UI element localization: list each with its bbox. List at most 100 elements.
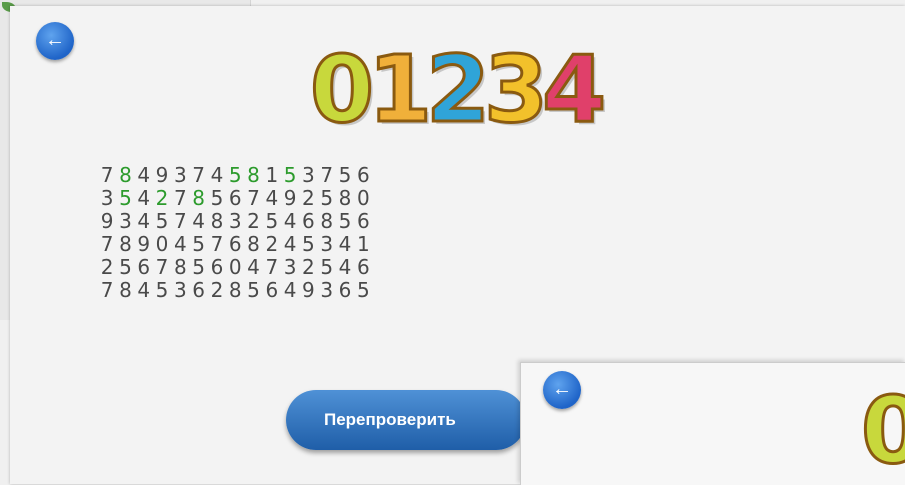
grid-digit[interactable]: 0: [153, 233, 171, 256]
grid-digit[interactable]: 3: [226, 210, 244, 233]
recheck-button[interactable]: Перепроверить: [286, 390, 526, 450]
grid-digit[interactable]: 4: [244, 256, 262, 279]
grid-digit[interactable]: 3: [318, 233, 336, 256]
grid-digit[interactable]: 5: [189, 256, 207, 279]
grid-digit[interactable]: 2: [299, 256, 317, 279]
back-button[interactable]: ←: [36, 22, 74, 60]
grid-digit[interactable]: 4: [135, 279, 153, 302]
grid-digit[interactable]: 9: [135, 233, 153, 256]
grid-digit[interactable]: 6: [226, 187, 244, 210]
grid-digit[interactable]: 8: [318, 210, 336, 233]
grid-digit[interactable]: 4: [281, 279, 299, 302]
grid-digit[interactable]: 6: [189, 279, 207, 302]
grid-digit[interactable]: 4: [135, 164, 153, 187]
grid-digit[interactable]: 5: [318, 256, 336, 279]
grid-digit[interactable]: 6: [263, 279, 281, 302]
grid-digit[interactable]: 2: [98, 256, 116, 279]
grid-digit-highlighted[interactable]: 2: [153, 187, 171, 210]
arrow-left-icon: ←: [552, 378, 572, 400]
grid-digit[interactable]: 9: [299, 279, 317, 302]
grid-digit-highlighted[interactable]: 5: [116, 187, 134, 210]
grid-digit[interactable]: 6: [354, 164, 372, 187]
grid-digit[interactable]: 4: [189, 210, 207, 233]
arrow-left-icon: ←: [45, 29, 65, 51]
grid-digit[interactable]: 5: [354, 279, 372, 302]
grid-digit-highlighted[interactable]: 5: [226, 164, 244, 187]
grid-digit[interactable]: 6: [208, 256, 226, 279]
grid-digit[interactable]: 4: [263, 187, 281, 210]
back-button-secondary[interactable]: ←: [543, 371, 581, 409]
grid-digit[interactable]: 7: [318, 164, 336, 187]
grid-digit[interactable]: 4: [336, 256, 354, 279]
grid-digit[interactable]: 8: [226, 279, 244, 302]
grid-digit[interactable]: 7: [189, 164, 207, 187]
grid-digit[interactable]: 5: [336, 164, 354, 187]
grid-digit[interactable]: 7: [208, 233, 226, 256]
grid-digit[interactable]: 2: [244, 210, 262, 233]
grid-digit[interactable]: 5: [244, 279, 262, 302]
grid-digit[interactable]: 4: [135, 187, 153, 210]
grid-digit[interactable]: 0: [354, 187, 372, 210]
grid-digit[interactable]: 3: [318, 279, 336, 302]
grid-digit[interactable]: 7: [98, 164, 116, 187]
grid-digit[interactable]: 8: [116, 279, 134, 302]
grid-digit[interactable]: 7: [244, 187, 262, 210]
grid-digit[interactable]: 7: [98, 233, 116, 256]
grid-digit[interactable]: 4: [171, 233, 189, 256]
grid-digit[interactable]: 4: [135, 210, 153, 233]
grid-digit[interactable]: 8: [244, 233, 262, 256]
grid-digit[interactable]: 1: [354, 233, 372, 256]
grid-digit[interactable]: 5: [299, 233, 317, 256]
grid-digit-highlighted[interactable]: 8: [116, 164, 134, 187]
grid-digit[interactable]: 3: [171, 279, 189, 302]
grid-digit[interactable]: 3: [116, 210, 134, 233]
grid-digit[interactable]: 5: [263, 210, 281, 233]
grid-digit-highlighted[interactable]: 8: [189, 187, 207, 210]
digits-logo: 01234: [308, 26, 607, 143]
grid-digit[interactable]: 6: [354, 210, 372, 233]
grid-digit[interactable]: 4: [208, 164, 226, 187]
grid-digit[interactable]: 9: [98, 210, 116, 233]
grid-digit[interactable]: 5: [189, 233, 207, 256]
grid-digit-highlighted[interactable]: 5: [281, 164, 299, 187]
grid-digit[interactable]: 3: [98, 187, 116, 210]
grid-digit[interactable]: 5: [153, 210, 171, 233]
grid-digit[interactable]: 7: [153, 256, 171, 279]
grid-digit[interactable]: 5: [318, 187, 336, 210]
grid-digit[interactable]: 2: [208, 279, 226, 302]
grid-digit[interactable]: 5: [153, 279, 171, 302]
grid-digit[interactable]: 6: [299, 210, 317, 233]
grid-digit[interactable]: 5: [116, 256, 134, 279]
grid-digit[interactable]: 8: [336, 187, 354, 210]
grid-digit[interactable]: 6: [354, 256, 372, 279]
grid-digit[interactable]: 0: [226, 256, 244, 279]
grid-row: 934574832546856: [98, 210, 372, 233]
grid-row: 354278567492580: [98, 187, 372, 210]
grid-digit[interactable]: 1: [263, 164, 281, 187]
grid-digit-highlighted[interactable]: 8: [244, 164, 262, 187]
grid-digit[interactable]: 2: [263, 233, 281, 256]
grid-digit[interactable]: 8: [116, 233, 134, 256]
grid-digit[interactable]: 6: [135, 256, 153, 279]
grid-digit[interactable]: 7: [171, 210, 189, 233]
grid-digit[interactable]: 3: [281, 256, 299, 279]
grid-digit[interactable]: 9: [281, 187, 299, 210]
grid-row: 784937458153756: [98, 164, 372, 187]
grid-digit[interactable]: 4: [281, 210, 299, 233]
grid-digit[interactable]: 2: [299, 187, 317, 210]
grid-digit[interactable]: 6: [336, 279, 354, 302]
grid-digit[interactable]: 7: [171, 187, 189, 210]
grid-digit[interactable]: 5: [336, 210, 354, 233]
grid-digit[interactable]: 4: [336, 233, 354, 256]
grid-digit[interactable]: 3: [171, 164, 189, 187]
grid-digit[interactable]: 6: [226, 233, 244, 256]
grid-digit[interactable]: 5: [208, 187, 226, 210]
grid-digit[interactable]: 9: [153, 164, 171, 187]
grid-digit[interactable]: 4: [281, 233, 299, 256]
logo-digit: 1: [367, 36, 434, 143]
grid-digit[interactable]: 8: [171, 256, 189, 279]
grid-digit[interactable]: 7: [98, 279, 116, 302]
grid-digit[interactable]: 3: [299, 164, 317, 187]
grid-digit[interactable]: 7: [263, 256, 281, 279]
grid-digit[interactable]: 8: [208, 210, 226, 233]
